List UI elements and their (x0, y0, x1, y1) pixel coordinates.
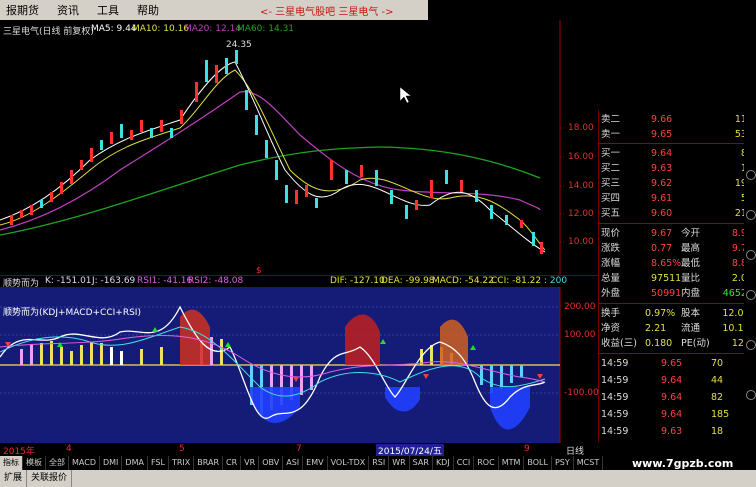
scroll-dot-icon[interactable] (746, 250, 756, 260)
tab-psy[interactable]: PSY (552, 456, 574, 470)
tab-cr[interactable]: CR (223, 456, 242, 470)
tab-vr[interactable]: VR (241, 456, 260, 470)
price-tick: 18.00 (568, 123, 594, 133)
indicator-tick: 200.00 (564, 302, 596, 312)
info-row: 净资 2.21 流通 10.1亿 (601, 323, 753, 334)
indicator-j: J: -163.69 (92, 276, 136, 286)
tab-brar[interactable]: BRAR (194, 456, 224, 470)
buy-row-3: 买三 9.62 196 (601, 178, 753, 189)
tab-boll[interactable]: BOLL (524, 456, 552, 470)
tab-indicator[interactable]: 指标 (0, 456, 23, 470)
ma10-label: MA10: 10.16 (132, 24, 190, 34)
scroll-dot-icon[interactable] (746, 170, 756, 180)
date-month: 9 (524, 444, 530, 454)
info-row: 收益(三) 0.180 PE(动) 12.5 (601, 338, 753, 349)
stat-row: 现价 9.67 今开 8.90 (601, 228, 753, 239)
indicator-cci: CCI: -81.22 (491, 276, 542, 286)
buy-row-1: 买一 9.64 84 (601, 148, 753, 159)
buy-row-5: 买五 9.60 215 (601, 208, 753, 219)
chart-title: 三星电气(日线 前复权) (3, 27, 94, 37)
indicator-rsi1: RSI1: -41.16 (137, 276, 193, 286)
watermark-text: www.7gpzb.com (632, 457, 734, 470)
indicator-macd: MACD: -54.22 (432, 276, 494, 286)
ma60-label: MA60: 14.31 (237, 24, 295, 34)
indicator-dea: DEA: -99.98 (381, 276, 435, 286)
indicator-dif: DIF: -127.10 (330, 276, 385, 286)
indicator-tick: -100.00 (564, 388, 599, 398)
tab-extend[interactable]: 扩展 (0, 470, 28, 487)
tab-vol-tdx[interactable]: VOL-TDX (328, 456, 370, 470)
tick-row: 14:59 9.64 82 S (601, 392, 753, 403)
buy-row-4: 买四 9.61 53 (601, 193, 753, 204)
peak-price-label: 24.35 (226, 40, 252, 50)
tab-mcst[interactable]: MCST (574, 456, 604, 470)
tab-dma[interactable]: DMA (122, 456, 148, 470)
indicator-extra: : 200 (544, 276, 568, 286)
tick-row: 14:59 9.64 185 S (601, 409, 753, 420)
menu-item-help[interactable]: 帮助 (137, 2, 159, 18)
tab-obv[interactable]: OBV (259, 456, 284, 470)
tab-related-quotes[interactable]: 关联报价 (27, 470, 73, 487)
tick-row: 14:59 9.65 70 S (601, 358, 753, 369)
tab-sar[interactable]: SAR (410, 456, 433, 470)
buy-row-2: 买二 9.63 10 (601, 163, 753, 174)
right-strip[interactable] (744, 110, 756, 442)
tab-cci[interactable]: CCI (454, 456, 475, 470)
stock-forum-link[interactable]: <- 三星电气股吧 三星电气 -> (260, 3, 394, 18)
tab-mtm[interactable]: MTM (499, 456, 525, 470)
tab-macd[interactable]: MACD (69, 456, 100, 470)
sell-row-2: 卖二 9.66 110 (601, 114, 753, 125)
info-row: 换手 0.97% 股本 12.0亿 (601, 308, 753, 319)
date-month: 7 (296, 444, 302, 454)
ma5-label: MA5: 9.44 (91, 24, 137, 34)
tab-dmi[interactable]: DMI (100, 456, 123, 470)
sell-row-1: 卖一 9.65 538 (601, 129, 753, 140)
stat-row: 总量 97511 量比 2.05 (601, 273, 753, 284)
price-chart[interactable] (0, 20, 598, 275)
tab-fsl[interactable]: FSL (148, 456, 169, 470)
tab-roc[interactable]: ROC (474, 456, 499, 470)
scroll-dot-icon[interactable] (746, 390, 756, 400)
menu-item-futures[interactable]: 报期货 (6, 2, 39, 18)
indicator-tick: 100.00 (564, 330, 596, 340)
menu-item-news[interactable]: 资讯 (57, 2, 79, 18)
date-month: 4 (66, 444, 72, 454)
price-tick: 16.00 (568, 152, 594, 162)
stat-row: 涨幅 8.65% 最低 8.88 (601, 258, 753, 269)
price-tick: 14.00 (568, 181, 594, 191)
tab-trix[interactable]: TRIX (169, 456, 195, 470)
tab-rsi[interactable]: RSI (369, 456, 390, 470)
quote-panel: 卖二 9.66 110 卖一 9.65 538 买一 9.64 84 买二 9.… (598, 110, 756, 442)
menu-strip: 报期货 资讯 工具 帮助 <- 三星电气股吧 三星电气 -> (0, 0, 428, 20)
ma20-label: MA20: 12.14 (184, 24, 242, 34)
tab-emv[interactable]: EMV (303, 456, 328, 470)
tab-wr[interactable]: WR (389, 456, 410, 470)
indicator-k: K: -151.01 (45, 276, 92, 286)
tab-asi[interactable]: ASI (283, 456, 304, 470)
scroll-dot-icon[interactable] (746, 340, 756, 350)
menu-item-tools[interactable]: 工具 (97, 2, 119, 18)
tab-all[interactable]: 全部 (46, 456, 69, 470)
scroll-dot-icon[interactable] (746, 210, 756, 220)
menu-bar: 报期货 资讯 工具 帮助 <- 三星电气股吧 三星电气 -> (0, 0, 756, 20)
date-month: 5 (179, 444, 185, 454)
stat-row: 外盘 50991 内盘 46520 (601, 288, 753, 299)
price-tick: 10.00 (568, 237, 594, 247)
tick-row: 14:59 9.64 44 S (601, 375, 753, 386)
tab-kdj[interactable]: KDJ (433, 456, 454, 470)
scroll-dot-icon[interactable] (746, 290, 756, 300)
indicator-rsi2: RSI2: -48.08 (188, 276, 244, 286)
stat-row: 涨跌 0.77 最高 9.79 (601, 243, 753, 254)
tab-template[interactable]: 模板 (23, 456, 46, 470)
price-tick: 12.00 (568, 209, 594, 219)
tick-row: 14:59 9.63 18 B (601, 426, 753, 437)
indicator-subtitle: 顺势而为(KDJ+MACD+CCI+RSI) (3, 308, 141, 318)
bottom-tabs: 扩展 关联报价 (0, 470, 756, 487)
